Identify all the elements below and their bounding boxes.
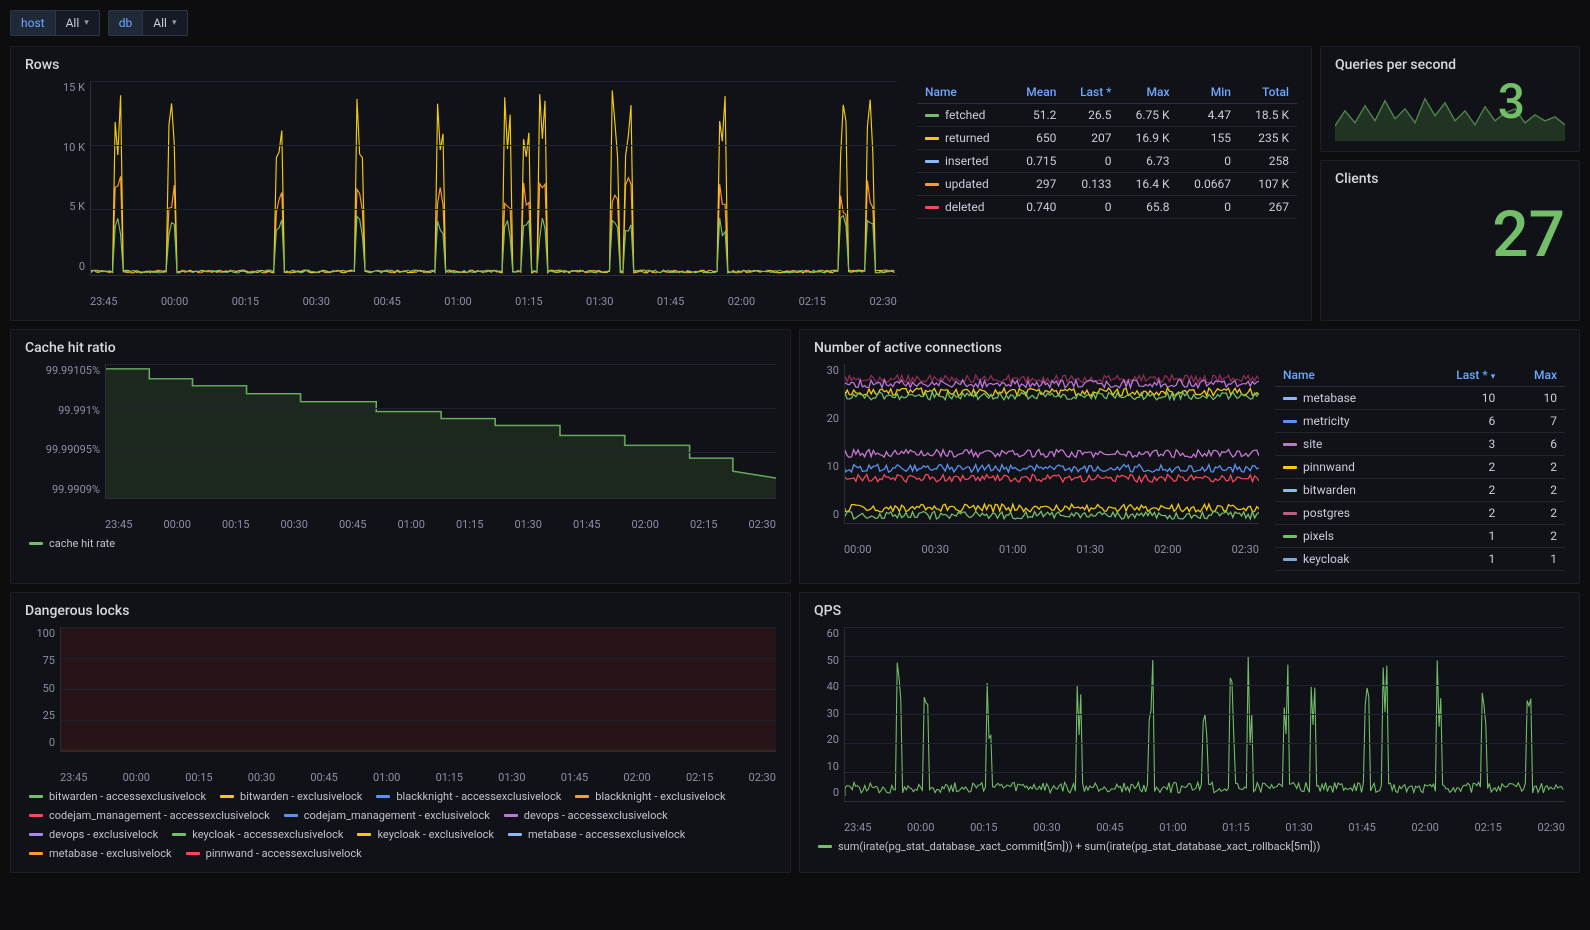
table-row[interactable]: pinnwand22: [1275, 456, 1565, 479]
panel-title: Number of active connections: [814, 340, 1565, 356]
table-row[interactable]: metricity67: [1275, 410, 1565, 433]
table-header[interactable]: Max: [1503, 364, 1565, 387]
table-row[interactable]: postgres22: [1275, 502, 1565, 525]
table-row[interactable]: deleted0.740065.80267: [917, 196, 1297, 219]
legend-item[interactable]: codejam_management - exclusivelock: [284, 809, 490, 822]
table-header[interactable]: Min: [1178, 81, 1239, 104]
var-host-label: host: [10, 10, 56, 36]
legend-item[interactable]: blackknight - accessexclusivelock: [376, 790, 561, 803]
table-header[interactable]: Last *: [1064, 81, 1119, 104]
table-header[interactable]: Name: [1275, 364, 1416, 387]
panel-title: Cache hit ratio: [25, 340, 776, 356]
panel-rows[interactable]: Rows 15 K10 K5 K0: [10, 46, 1312, 321]
table-header[interactable]: Name: [917, 81, 1011, 104]
table-row[interactable]: updated2970.13316.4 K0.0667107 K: [917, 173, 1297, 196]
panel-cache[interactable]: Cache hit ratio 99.99105%99.991%99.99095…: [10, 329, 791, 584]
legend-item[interactable]: metabase - exclusivelock: [29, 847, 172, 860]
panel-clients-stat[interactable]: Clients 27: [1320, 160, 1580, 321]
var-host-value: All: [66, 16, 80, 30]
chevron-down-icon: ▾: [172, 18, 177, 28]
chevron-down-icon: ▾: [84, 18, 89, 28]
rows-legend-table[interactable]: NameMeanLast *MaxMinTotal fetched51.226.…: [917, 81, 1297, 219]
legend-item[interactable]: sum(irate(pg_stat_database_xact_commit[5…: [818, 840, 1320, 853]
legend-item[interactable]: devops - exclusivelock: [29, 828, 158, 841]
table-row[interactable]: metabase1010: [1275, 387, 1565, 410]
table-row[interactable]: fetched51.226.56.75 K4.4718.5 K: [917, 104, 1297, 127]
table-row[interactable]: pixels12: [1275, 525, 1565, 548]
var-db-label: db: [108, 10, 144, 36]
panel-title: QPS: [814, 603, 1565, 619]
table-header[interactable]: Mean: [1011, 81, 1065, 104]
panel-locks[interactable]: Dangerous locks 1007550250 23:4500:0000:…: [10, 592, 791, 873]
panel-connections[interactable]: Number of active connections 3020100 00:…: [799, 329, 1580, 584]
var-db-value: All: [153, 16, 167, 30]
connections-legend-table[interactable]: NameLast *▾Max metabase1010metricity67si…: [1275, 364, 1565, 571]
qps-stat-value: 3: [1498, 73, 1525, 130]
legend-item[interactable]: bitwarden - exclusivelock: [220, 790, 362, 803]
panel-title: Queries per second: [1335, 57, 1565, 73]
table-header[interactable]: Last *▾: [1416, 364, 1503, 387]
panel-qps[interactable]: QPS 6050403020100 23:4500:0000:1500:3000…: [799, 592, 1580, 873]
legend-item[interactable]: cache hit rate: [29, 537, 115, 550]
table-row[interactable]: keycloak11: [1275, 548, 1565, 571]
legend-item[interactable]: devops - accessexclusivelock: [504, 809, 668, 822]
legend-item[interactable]: keycloak - exclusivelock: [357, 828, 494, 841]
legend-item[interactable]: pinnwand - accessexclusivelock: [186, 847, 362, 860]
var-db-select[interactable]: All ▾: [142, 10, 187, 36]
table-row[interactable]: bitwarden22: [1275, 479, 1565, 502]
table-row[interactable]: returned65020716.9 K155235 K: [917, 127, 1297, 150]
qps-sparkline: [1335, 81, 1565, 141]
legend-item[interactable]: bitwarden - accessexclusivelock: [29, 790, 206, 803]
table-header[interactable]: Total: [1239, 81, 1297, 104]
legend-item[interactable]: codejam_management - accessexclusivelock: [29, 809, 270, 822]
panel-title: Rows: [25, 57, 1297, 73]
connections-chart-svg: [845, 364, 1259, 523]
clients-stat-value: 27: [1335, 197, 1565, 272]
panel-title: Dangerous locks: [25, 603, 776, 619]
table-row[interactable]: inserted0.71506.730258: [917, 150, 1297, 173]
table-header[interactable]: Max: [1120, 81, 1178, 104]
legend-item[interactable]: keycloak - accessexclusivelock: [172, 828, 343, 841]
panel-title: Clients: [1335, 171, 1565, 187]
var-host-select[interactable]: All ▾: [55, 10, 100, 36]
panel-qps-stat[interactable]: Queries per second 3: [1320, 46, 1580, 152]
legend-item[interactable]: blackknight - exclusivelock: [575, 790, 725, 803]
table-row[interactable]: site36: [1275, 433, 1565, 456]
variable-toolbar: host All ▾ db All ▾: [10, 10, 1580, 36]
legend-item[interactable]: metabase - accessexclusivelock: [508, 828, 685, 841]
